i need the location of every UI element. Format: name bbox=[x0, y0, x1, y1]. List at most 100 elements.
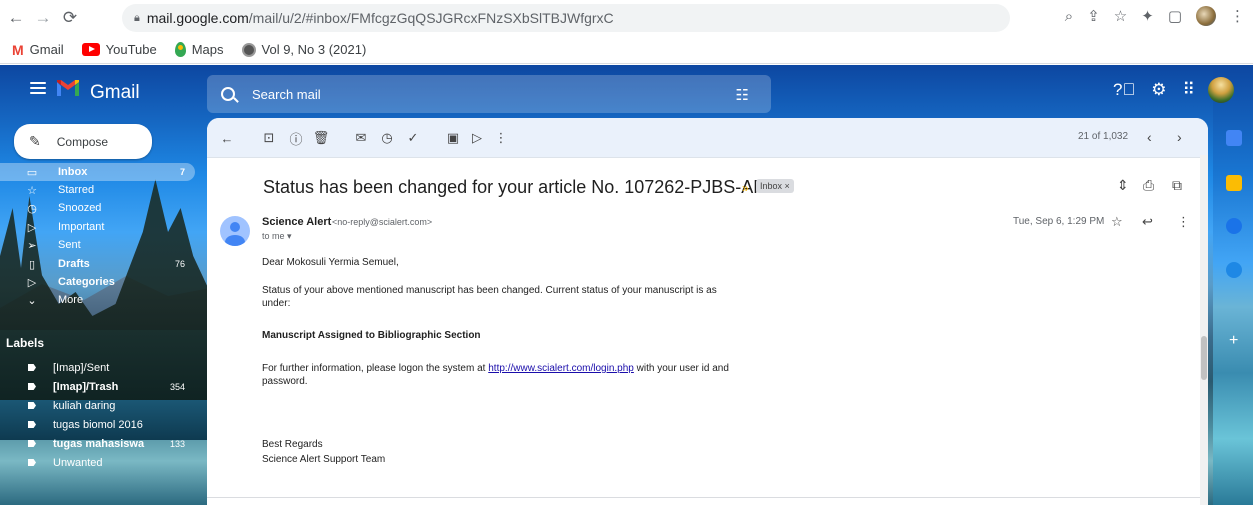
sidebar-item-snoozed[interactable]: ◷ Snoozed bbox=[0, 199, 195, 217]
archive-icon[interactable]: ⊡ bbox=[261, 130, 277, 146]
apps-grid-icon[interactable]: ⠿ bbox=[1182, 80, 1194, 100]
email-view: ← ⊡ ⓘ 🗑︎ ✉ ◷ ✓ ▣ ▷ ⋮ 21 of 1,032 ‹ › Sta… bbox=[207, 118, 1208, 505]
sender-avatar[interactable] bbox=[220, 216, 250, 246]
main-menu-icon[interactable] bbox=[30, 82, 46, 94]
add-task-icon[interactable]: ✓ bbox=[405, 130, 421, 146]
expand-all-icon[interactable]: ⇕ bbox=[1117, 177, 1129, 194]
label-item[interactable]: Unwanted bbox=[0, 454, 195, 471]
more-options-icon[interactable]: ⋮ bbox=[493, 130, 509, 146]
sidebar-item-categories[interactable]: ▷ Categories bbox=[0, 273, 195, 291]
report-spam-icon[interactable]: ⓘ bbox=[288, 130, 304, 147]
search-input[interactable]: Search mail bbox=[252, 87, 321, 102]
new-window-icon[interactable]: ⧉ bbox=[1172, 177, 1182, 194]
sidebar-item-sent[interactable]: ➢ Sent bbox=[0, 236, 195, 254]
browser-toolbar: ← → ⟳ 🔒︎ mail.google.com/mail/u/2/#inbox… bbox=[0, 0, 1253, 36]
bookmark-journal[interactable]: Vol 9, No 3 (2021) bbox=[241, 42, 366, 57]
sidebar-item-label: Sent bbox=[58, 239, 81, 251]
url-path: /mail/u/2/#inbox/FMfcgzGqQSJGRcxFNzSXbSl… bbox=[248, 10, 614, 26]
label-item[interactable]: tugas mahasiswa 133 bbox=[0, 435, 195, 452]
share-icon[interactable]: ⇪ bbox=[1087, 7, 1100, 25]
calendar-icon[interactable] bbox=[1226, 130, 1242, 146]
journal-icon bbox=[241, 42, 256, 57]
newer-chevron-icon[interactable]: ‹ bbox=[1147, 129, 1152, 145]
recipient-details[interactable]: to me ▾ bbox=[262, 231, 292, 242]
bookmark-label: Maps bbox=[191, 42, 224, 57]
move-to-icon[interactable]: ▣ bbox=[445, 130, 461, 146]
gmail-wordmark[interactable]: Gmail bbox=[90, 82, 140, 104]
sidebar-item-important[interactable]: ▷ Important bbox=[0, 218, 195, 236]
scrollbar-thumb[interactable] bbox=[1201, 336, 1207, 380]
search-bar[interactable]: Search mail ☷ bbox=[207, 75, 771, 113]
email-date: Tue, Sep 6, 1:29 PM bbox=[1013, 216, 1105, 227]
label-item[interactable]: tugas biomol 2016 bbox=[0, 416, 195, 433]
label-name: Unwanted bbox=[53, 456, 103, 469]
draft-icon: ▯ bbox=[28, 258, 36, 271]
gmail-logo-icon[interactable] bbox=[55, 78, 81, 98]
divider bbox=[207, 497, 1208, 498]
search-options-icon[interactable]: ☷ bbox=[736, 86, 749, 104]
inbox-label-chip[interactable]: Inbox × bbox=[756, 179, 794, 193]
support-icon[interactable]: ?⃝ bbox=[1113, 80, 1135, 100]
important-marker-icon[interactable]: » bbox=[742, 181, 749, 195]
reply-icon[interactable]: ↩ bbox=[1142, 214, 1153, 230]
label-icon bbox=[28, 421, 36, 428]
zoom-icon[interactable]: ⌕ bbox=[1065, 8, 1073, 25]
email-paragraph: Status of your above mentioned manuscrip… bbox=[262, 285, 717, 309]
star-icon[interactable]: ☆ bbox=[1111, 214, 1123, 230]
settings-gear-icon[interactable]: ⚙ bbox=[1151, 80, 1166, 100]
add-addon-icon[interactable]: + bbox=[1229, 332, 1238, 350]
label-item[interactable]: [Imap]/Trash 354 bbox=[0, 378, 195, 395]
back-to-inbox-icon[interactable]: ← bbox=[219, 130, 235, 146]
compose-label: Compose bbox=[56, 134, 109, 149]
scrollbar-track[interactable] bbox=[1200, 155, 1208, 505]
back-icon[interactable]: ← bbox=[5, 7, 27, 29]
bookmark-gmail[interactable]: M Gmail bbox=[12, 42, 64, 58]
label-name: tugas mahasiswa bbox=[53, 437, 145, 450]
message-more-icon[interactable]: ⋮ bbox=[1177, 214, 1190, 230]
reload-icon[interactable]: ⟳ bbox=[59, 7, 81, 29]
label-count: 354 bbox=[169, 381, 185, 392]
sidebar-item-label: Snoozed bbox=[58, 202, 102, 214]
keep-icon[interactable] bbox=[1226, 175, 1242, 191]
sidebar-item-inbox[interactable]: ▭ Inbox 7 bbox=[0, 163, 195, 181]
sidebar-item-label: Important bbox=[58, 221, 105, 233]
login-link[interactable]: http://www.scialert.com/login.php bbox=[488, 363, 634, 374]
sender-name[interactable]: Science Alert bbox=[262, 216, 331, 228]
bookmark-youtube[interactable]: YouTube bbox=[81, 42, 157, 57]
header-actions: ?⃝ ⚙ ⠿ bbox=[1113, 80, 1195, 100]
mark-unread-icon[interactable]: ✉ bbox=[353, 130, 369, 146]
sidebar-item-label: Starred bbox=[58, 184, 95, 196]
address-bar[interactable]: 🔒︎ mail.google.com/mail/u/2/#inbox/FMfcg… bbox=[122, 4, 1010, 32]
profile-avatar[interactable] bbox=[1196, 6, 1216, 26]
delete-icon[interactable]: 🗑︎ bbox=[313, 130, 330, 146]
label-item[interactable]: kuliah daring bbox=[0, 397, 195, 414]
label-as-icon[interactable]: ▷ bbox=[469, 130, 485, 146]
print-icon[interactable]: ⎙ bbox=[1143, 177, 1154, 194]
url-host: mail.google.com bbox=[146, 10, 249, 26]
side-panel-icon[interactable]: ▢ bbox=[1168, 7, 1182, 25]
extensions-icon[interactable]: ✦ bbox=[1141, 7, 1154, 25]
search-icon[interactable] bbox=[221, 87, 235, 101]
paragraph-text: For further information, please logon th… bbox=[262, 363, 489, 374]
account-avatar[interactable] bbox=[1208, 77, 1234, 103]
email-toolbar: ← ⊡ ⓘ 🗑︎ ✉ ◷ ✓ ▣ ▷ ⋮ 21 of 1,032 ‹ › bbox=[207, 118, 1208, 158]
sidebar-item-drafts[interactable]: ▯ Drafts 76 bbox=[0, 255, 195, 273]
forward-icon[interactable]: → bbox=[32, 7, 54, 29]
send-icon: ➢ bbox=[27, 239, 37, 252]
older-chevron-icon[interactable]: › bbox=[1177, 129, 1182, 145]
compose-button[interactable]: ✎ Compose bbox=[14, 124, 152, 159]
contacts-icon[interactable] bbox=[1226, 262, 1242, 278]
bookmark-maps[interactable]: Maps bbox=[174, 42, 224, 57]
sidebar-item-more[interactable]: ⌄ More bbox=[0, 291, 195, 309]
label-item[interactable]: [Imap]/Sent bbox=[0, 359, 195, 376]
browser-menu-icon[interactable]: ⋮ bbox=[1230, 7, 1245, 25]
unread-count: 7 bbox=[179, 167, 185, 177]
bookmark-star-icon[interactable]: ☆ bbox=[1114, 7, 1127, 25]
sidebar-item-starred[interactable]: ☆ Starred bbox=[0, 181, 195, 199]
youtube-icon bbox=[81, 43, 100, 56]
tasks-icon[interactable] bbox=[1226, 218, 1242, 234]
snooze-icon[interactable]: ◷ bbox=[379, 130, 395, 146]
sidebar-item-label: More bbox=[58, 294, 84, 306]
lock-icon: 🔒︎ bbox=[134, 11, 140, 24]
label-icon: ▷ bbox=[27, 276, 37, 289]
